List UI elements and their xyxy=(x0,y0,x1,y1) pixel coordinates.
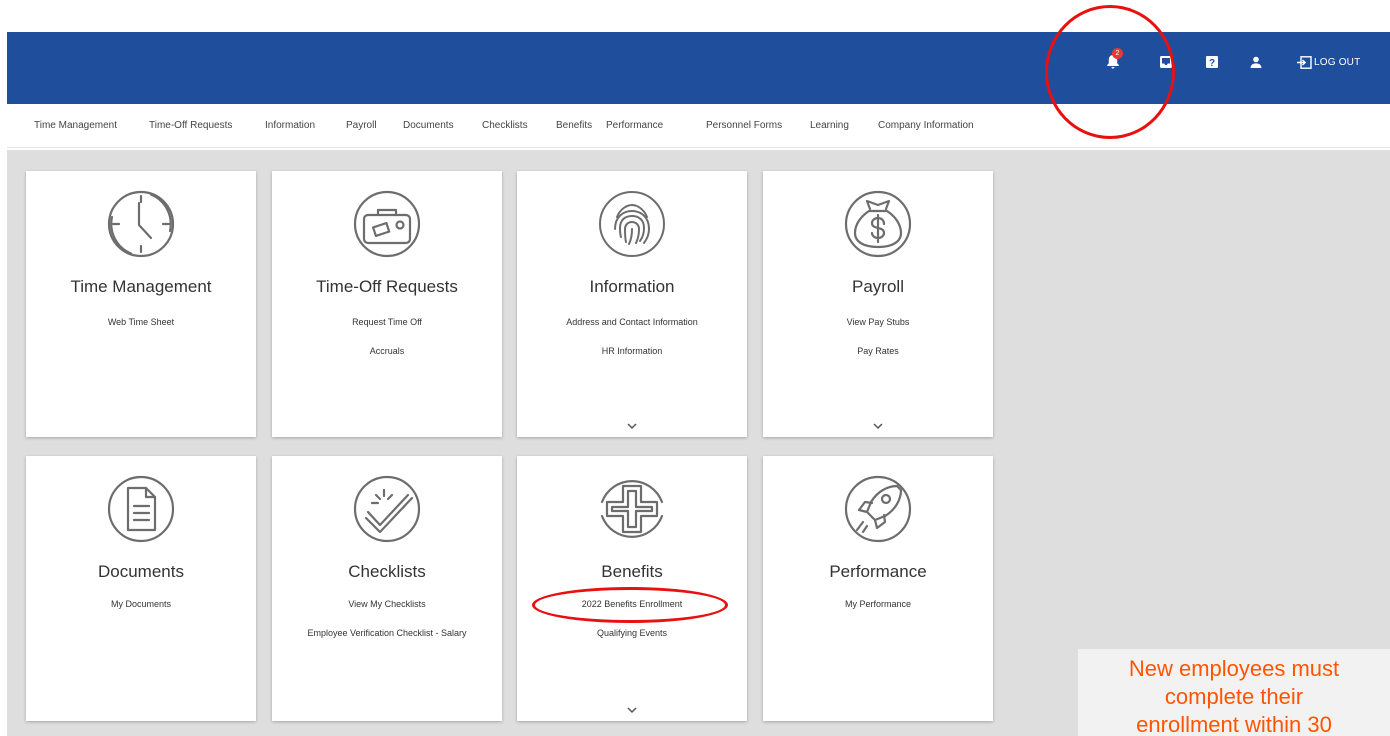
note-line-1: New employees must xyxy=(1128,656,1340,681)
logout-icon xyxy=(1297,55,1312,69)
logout-button[interactable]: LOG OUT xyxy=(1297,52,1360,72)
card-time-off-requests[interactable]: Time-Off Requests Request Time Off Accru… xyxy=(272,171,502,437)
nav-benefits[interactable]: Benefits xyxy=(556,120,592,131)
nav-personnel-forms[interactable]: Personnel Forms xyxy=(706,120,782,131)
nav-information[interactable]: Information xyxy=(265,120,315,131)
card-link-accruals[interactable]: Accruals xyxy=(282,346,492,357)
card-title: Time Management xyxy=(70,277,212,296)
rocket-icon xyxy=(844,475,912,543)
card-link-request-time-off[interactable]: Request Time Off xyxy=(282,317,492,328)
portal-page: 2 ? LOG OUT Time Management Time-Off Req… xyxy=(0,0,1390,736)
card-title: Documents xyxy=(98,562,184,581)
card-performance[interactable]: Performance My Performance xyxy=(763,456,993,721)
user-icon xyxy=(1250,56,1262,68)
nav-time-management[interactable]: Time Management xyxy=(34,120,117,131)
card-link-view-pay-stubs[interactable]: View Pay Stubs xyxy=(773,317,983,328)
card-link-my-documents[interactable]: My Documents xyxy=(36,599,246,610)
card-title: Benefits xyxy=(601,562,663,581)
medical-cross-icon xyxy=(600,480,664,538)
card-information[interactable]: Information Address and Contact Informat… xyxy=(517,171,747,437)
chevron-down-icon[interactable] xyxy=(626,706,638,714)
card-link-benefits-enrollment[interactable]: 2022 Benefits Enrollment xyxy=(527,599,737,610)
nav-learning[interactable]: Learning xyxy=(810,120,849,131)
chevron-down-icon[interactable] xyxy=(872,422,884,430)
main-navigation: Time Management Time-Off Requests Inform… xyxy=(7,104,1390,148)
card-link-web-time-sheet[interactable]: Web Time Sheet xyxy=(36,317,246,328)
card-title: Checklists xyxy=(348,562,426,581)
money-bag-icon xyxy=(844,190,912,258)
card-title: Information xyxy=(589,277,675,296)
note-line-2: complete their xyxy=(1164,684,1304,709)
notification-count-badge: 2 xyxy=(1112,48,1123,59)
notifications-button[interactable]: 2 xyxy=(1103,48,1123,72)
inbox-icon xyxy=(1160,56,1172,68)
help-icon: ? xyxy=(1206,56,1218,69)
card-link-my-performance[interactable]: My Performance xyxy=(773,599,983,610)
nav-company-information[interactable]: Company Information xyxy=(878,120,974,131)
nav-performance[interactable]: Performance xyxy=(606,120,663,131)
nav-time-off-requests[interactable]: Time-Off Requests xyxy=(149,120,232,131)
card-link-view-my-checklists[interactable]: View My Checklists xyxy=(282,599,492,610)
card-link-qualifying-events[interactable]: Qualifying Events xyxy=(527,628,737,639)
top-header-bar: 2 ? LOG OUT xyxy=(7,32,1390,104)
clock-icon xyxy=(107,190,175,258)
card-title: Performance xyxy=(829,562,927,581)
svg-text:?: ? xyxy=(1209,58,1215,69)
card-link-employee-verification[interactable]: Employee Verification Checklist - Salary xyxy=(282,628,492,639)
card-link-hr-information[interactable]: HR Information xyxy=(527,346,737,357)
card-link-address-contact[interactable]: Address and Contact Information xyxy=(527,317,737,328)
card-documents[interactable]: Documents My Documents xyxy=(26,456,256,721)
checkmark-icon xyxy=(353,475,421,543)
document-icon xyxy=(107,475,175,543)
card-title: Time-Off Requests xyxy=(316,277,458,296)
suitcase-icon xyxy=(353,190,421,258)
nav-documents[interactable]: Documents xyxy=(403,120,454,131)
card-link-pay-rates[interactable]: Pay Rates xyxy=(773,346,983,357)
card-payroll[interactable]: Payroll View Pay Stubs Pay Rates xyxy=(763,171,993,437)
card-time-management[interactable]: Time Management Web Time Sheet xyxy=(26,171,256,437)
user-profile-button[interactable] xyxy=(1246,52,1266,72)
help-button[interactable]: ? xyxy=(1202,52,1222,72)
card-title: Payroll xyxy=(852,277,904,296)
fingerprint-icon xyxy=(599,191,665,257)
note-line-3: enrollment within 30 xyxy=(1136,712,1332,736)
nav-checklists[interactable]: Checklists xyxy=(482,120,528,131)
nav-payroll[interactable]: Payroll xyxy=(346,120,377,131)
inbox-button[interactable] xyxy=(1156,52,1176,72)
chevron-down-icon[interactable] xyxy=(626,422,638,430)
card-checklists[interactable]: Checklists View My Checklists Employee V… xyxy=(272,456,502,721)
logout-label: LOG OUT xyxy=(1314,56,1361,68)
enrollment-note: New employees must complete their enroll… xyxy=(1078,649,1390,736)
card-benefits[interactable]: Benefits 2022 Benefits Enrollment Qualif… xyxy=(517,456,747,721)
